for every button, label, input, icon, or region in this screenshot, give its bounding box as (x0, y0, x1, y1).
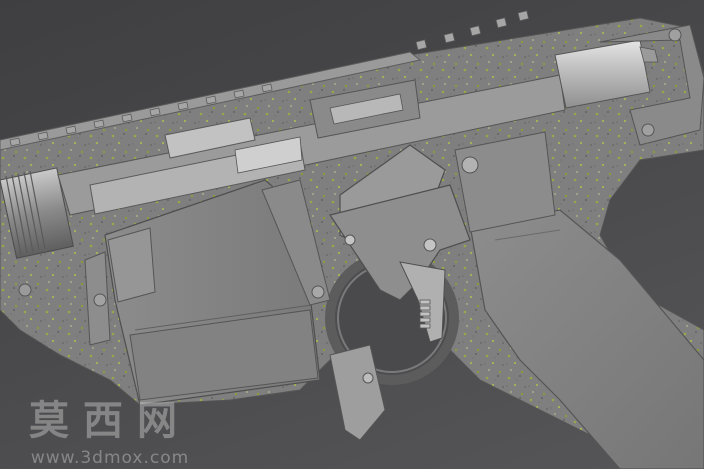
pistol-grip (469, 209, 704, 469)
safety-selector (454, 131, 556, 233)
rifle-receiver-render (0, 10, 704, 469)
render-viewport: 莫西网 www.3dmox.com (0, 0, 704, 469)
